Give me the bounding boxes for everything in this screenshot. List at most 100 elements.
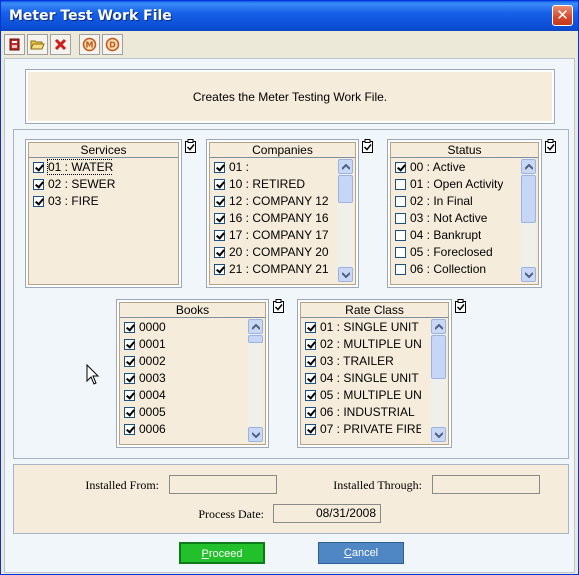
companies-item[interactable]: 17 : COMPANY 17 [214,227,329,244]
scroll-down-arrow[interactable] [338,267,353,282]
companies-item[interactable]: 21 : COMPANY 21 [214,261,329,278]
scroll-thumb[interactable] [431,335,446,379]
companies-item[interactable]: 16 : COMPANY 16 [214,210,329,227]
scroll-up-arrow[interactable] [338,159,353,174]
companies-item[interactable]: 01 : [214,159,249,176]
checkbox[interactable] [395,264,406,275]
rate-class-item[interactable]: 02 : MULTIPLE UNIT [305,336,421,353]
rate-class-item-label: 02 : MULTIPLE UNIT [320,337,421,351]
clipboard-check-icon[interactable] [361,139,374,153]
checkbox[interactable] [33,179,44,190]
checkbox[interactable] [214,179,225,190]
checkbox[interactable] [395,230,406,241]
meter-d-button[interactable]: D [102,34,123,55]
books-item[interactable]: 0002 [124,353,166,370]
books-item[interactable]: 0006 [124,421,166,438]
scroll-down-arrow[interactable] [248,427,263,442]
checkbox[interactable] [214,230,225,241]
checkbox[interactable] [124,390,135,401]
checkbox[interactable] [305,356,316,367]
rate-class-item[interactable]: 07 : PRIVATE FIRE [305,421,421,438]
status-item[interactable]: 05 : Foreclosed [395,244,493,261]
rate-class-item[interactable]: 04 : SINGLE UNIT [305,370,421,387]
checkbox[interactable] [305,407,316,418]
companies-scrollbar[interactable] [338,159,353,282]
checkbox[interactable] [305,373,316,384]
books-scrollbar[interactable] [248,319,263,442]
open-button[interactable] [27,34,48,55]
clipboard-check-icon[interactable] [544,139,557,153]
checkbox[interactable] [33,162,44,173]
books-item[interactable]: 0004 [124,387,166,404]
status-item[interactable]: 02 : In Final [395,193,473,210]
status-item[interactable]: 01 : Open Activity [395,176,503,193]
books-item[interactable]: 0000 [124,319,166,336]
rate-class-item[interactable]: 06 : INDUSTRIAL [305,404,421,421]
status-item[interactable]: 03 : Not Active [395,210,487,227]
scroll-down-arrow[interactable] [521,267,536,282]
checkbox[interactable] [305,322,316,333]
scroll-thumb[interactable] [521,175,536,223]
scroll-up-arrow[interactable] [431,319,446,334]
checkbox[interactable] [214,162,225,173]
companies-item[interactable]: 10 : RETIRED [214,176,305,193]
meter-m-button[interactable]: M [79,34,100,55]
cancel-button[interactable]: Cancel [318,542,404,564]
scroll-thumb[interactable] [248,335,263,343]
status-item[interactable]: 00 : Active [395,159,465,176]
checkbox[interactable] [124,373,135,384]
companies-item-label: 20 : COMPANY 20 [229,245,329,259]
scroll-up-arrow[interactable] [521,159,536,174]
checkbox[interactable] [124,339,135,350]
clipboard-check-icon[interactable] [272,299,285,313]
title-bar[interactable]: Meter Test Work File ✕ [1,1,578,31]
companies-item[interactable]: 12 : COMPANY 12 [214,193,329,210]
checkbox[interactable] [124,407,135,418]
services-item[interactable]: 02 : SEWER [33,176,115,193]
status-item[interactable]: 06 : Collection [395,261,486,278]
companies-item[interactable]: 20 : COMPANY 20 [214,244,329,261]
checkbox[interactable] [214,196,225,207]
checkbox[interactable] [395,247,406,258]
checkbox[interactable] [395,179,406,190]
checkbox[interactable] [33,196,44,207]
checkbox[interactable] [124,356,135,367]
rate-class-item[interactable]: 03 : TRAILER [305,353,421,370]
checkbox[interactable] [124,322,135,333]
checkbox[interactable] [214,213,225,224]
checkbox[interactable] [214,247,225,258]
save-button[interactable] [4,34,25,55]
installed-from-field[interactable] [169,475,277,494]
checkbox[interactable] [395,196,406,207]
books-item-label: 0000 [139,320,166,334]
clipboard-check-icon[interactable] [184,139,197,153]
books-item[interactable]: 0005 [124,404,166,421]
clipboard-check-icon[interactable] [454,299,467,313]
rate-class-item[interactable]: 01 : SINGLE UNIT [305,319,421,336]
books-item[interactable]: 0001 [124,336,166,353]
services-item[interactable]: 01 : WATER [33,159,114,176]
rate-class-item[interactable]: 05 : MULTIPLE UNIT [305,387,421,404]
cancel-label: ancel [351,547,379,559]
services-item-label: 02 : SEWER [48,177,116,191]
scroll-thumb[interactable] [338,175,353,203]
proceed-button[interactable]: Proceed [179,542,265,564]
checkbox[interactable] [124,424,135,435]
checkbox[interactable] [214,264,225,275]
checkbox[interactable] [305,339,316,350]
close-button[interactable]: ✕ [552,5,573,26]
installed-through-field[interactable] [432,475,540,494]
checkbox[interactable] [395,213,406,224]
checkbox[interactable] [395,162,406,173]
checkbox[interactable] [305,424,316,435]
process-date-field[interactable]: 08/31/2008 [273,504,381,523]
status-item[interactable]: 04 : Bankrupt [395,227,481,244]
checkbox[interactable] [305,390,316,401]
scroll-down-arrow[interactable] [431,427,446,442]
books-item[interactable]: 0003 [124,370,166,387]
delete-button[interactable] [50,34,71,55]
scroll-up-arrow[interactable] [248,319,263,334]
rate-class-scrollbar[interactable] [431,319,446,442]
status-scrollbar[interactable] [521,159,536,282]
services-item[interactable]: 03 : FIRE [33,193,99,210]
